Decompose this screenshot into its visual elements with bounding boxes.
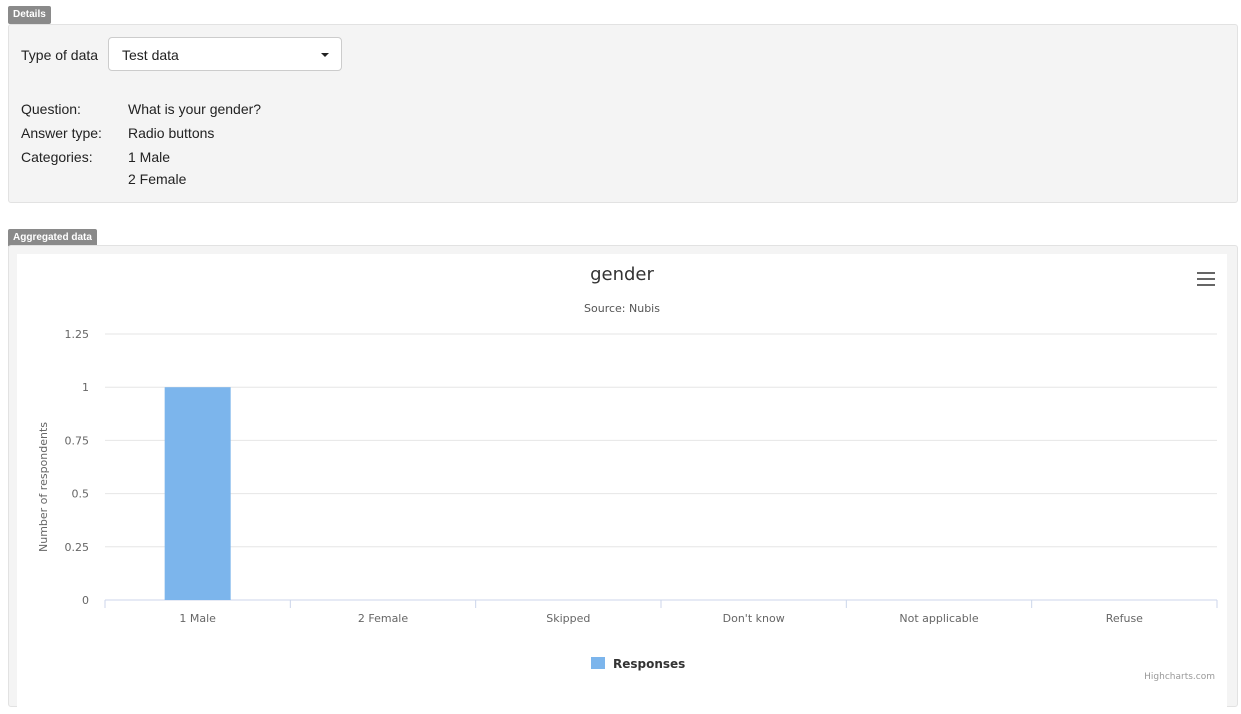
y-tick-label: 0.5 — [72, 488, 90, 501]
question-value: What is your gender? — [128, 101, 262, 117]
type-of-data-value: Test data — [122, 47, 179, 63]
category-item: 2 Female — [128, 171, 187, 187]
bar-chart: 0 0.25 0.5 0.75 1 1.25 1 Male 2 Female Skipped Do… — [37, 328, 1218, 671]
aggregated-data-panel: 0 0.25 0.5 0.75 1 1.25 1 Male 2 Female Skipped Do… — [8, 245, 1238, 714]
categories-label: Categories: — [21, 149, 93, 165]
x-tick-label: Skipped — [546, 612, 590, 625]
answer-type-value: Radio buttons — [128, 125, 215, 141]
x-tick-label: Not applicable — [899, 612, 978, 625]
chevron-down-icon — [321, 53, 329, 57]
y-tick-label: 0.75 — [65, 434, 90, 447]
question-label: Question: — [21, 101, 81, 117]
x-tick-label: 2 Female — [358, 612, 409, 625]
legend-swatch — [591, 657, 605, 669]
details-tag: Details — [8, 6, 51, 24]
bar — [164, 387, 231, 600]
x-tick-label: Refuse — [1106, 612, 1143, 625]
chart-subtitle: Source: Nubis — [584, 302, 660, 315]
x-tick-label: Don't know — [723, 612, 785, 625]
chart-credits[interactable]: Highcharts.com — [1144, 672, 1215, 682]
details-panel: Type of data Test data Question: What is… — [8, 24, 1238, 203]
y-tick-label: 0.25 — [65, 541, 90, 554]
type-of-data-label: Type of data — [21, 47, 99, 63]
y-tick-label: 0 — [82, 594, 89, 607]
y-axis-title: Number of respondents — [37, 422, 50, 552]
chart-container: 0 0.25 0.5 0.75 1 1.25 1 Male 2 Female Skipped Do… — [17, 254, 1227, 714]
category-item: 1 Male — [128, 149, 171, 165]
hamburger-menu-icon[interactable] — [1197, 272, 1215, 286]
y-tick-label: 1 — [82, 381, 89, 394]
x-tick-label: 1 Male — [179, 612, 216, 625]
chart-title: gender — [590, 264, 654, 285]
legend-item[interactable]: Responses — [613, 657, 685, 671]
y-tick-label: 1.25 — [65, 328, 90, 341]
answer-type-label: Answer type: — [21, 125, 102, 141]
type-of-data-select[interactable]: Test data — [108, 37, 342, 71]
